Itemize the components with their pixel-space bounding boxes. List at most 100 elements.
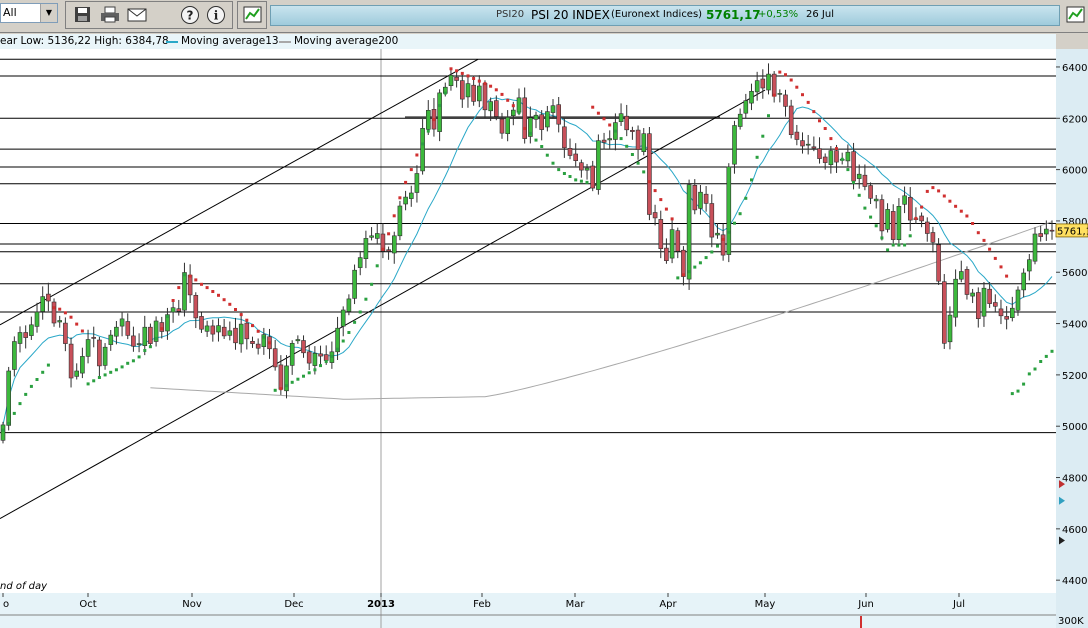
candle-body xyxy=(556,104,562,125)
sar-dot xyxy=(313,368,317,372)
candle-body xyxy=(68,343,74,379)
instrument-exchange: (Euronext Indices) xyxy=(611,9,703,20)
sar-dot xyxy=(710,250,714,254)
x-tick-label: Feb xyxy=(473,599,491,610)
last-price-label: 5761,17 xyxy=(1057,226,1088,237)
candle-body xyxy=(664,247,669,262)
candle-body xyxy=(306,351,312,364)
candle-body xyxy=(601,139,607,143)
candle-body xyxy=(482,83,488,111)
sar-dot xyxy=(109,370,113,374)
x-tick-label: May xyxy=(755,599,776,610)
sar-dot xyxy=(245,318,249,322)
candle-body xyxy=(204,325,210,332)
candle-body xyxy=(987,288,992,304)
candle-body xyxy=(182,272,187,311)
chart-toggle-button[interactable] xyxy=(1065,5,1087,25)
candle-body xyxy=(1038,233,1043,237)
sar-dot xyxy=(727,230,731,234)
sar-dot xyxy=(409,168,413,172)
save-button[interactable] xyxy=(72,5,94,25)
candle-body xyxy=(783,94,788,107)
candle-body xyxy=(63,322,68,344)
candle-body xyxy=(403,196,408,205)
sar-dot xyxy=(489,84,493,88)
sar-dot xyxy=(812,110,816,114)
candle-body xyxy=(57,320,63,323)
sar-dot xyxy=(268,341,271,345)
sar-dot xyxy=(585,180,589,184)
sar-dot xyxy=(778,70,782,74)
sar-dot xyxy=(891,243,895,247)
y-tick-label: 5000 xyxy=(1062,422,1087,433)
candle-body xyxy=(885,209,890,230)
chart-button[interactable] xyxy=(242,5,264,25)
sar-dot xyxy=(438,104,442,107)
sar-dot xyxy=(744,196,748,200)
candle-body xyxy=(437,92,442,132)
sar-dot xyxy=(143,349,147,352)
sar-dot xyxy=(506,98,510,102)
footer-label: nd of day xyxy=(0,581,48,592)
candle-body xyxy=(834,150,839,163)
candle-body xyxy=(255,343,261,349)
candle-body xyxy=(1049,229,1055,232)
help-button[interactable]: ? xyxy=(179,5,201,25)
sar-dot xyxy=(630,153,634,156)
print-button[interactable] xyxy=(99,5,121,25)
sar-dot xyxy=(619,137,623,141)
candle-body xyxy=(607,138,613,141)
candle-body xyxy=(91,337,96,339)
sar-dot xyxy=(903,243,907,247)
candle-body xyxy=(635,129,641,150)
candlestick-chart[interactable]: 6400620060005800560054005200500048004600… xyxy=(0,32,1088,628)
sar-dot xyxy=(874,224,878,228)
chart-legend: ear Low: 5136,22 High: 6384,78 Moving av… xyxy=(0,34,1056,49)
candle-body xyxy=(675,230,681,252)
sar-dot xyxy=(154,336,158,340)
price-chart-area: 6400 6200 6000 5800 5600 5400 5200 5000 4800 4600… xyxy=(0,32,1088,628)
sar-dot xyxy=(426,129,430,133)
candle-body xyxy=(272,348,278,368)
sar-dot xyxy=(29,384,33,388)
chevron-down-icon[interactable]: ▼ xyxy=(40,4,57,22)
sar-dot xyxy=(755,155,759,159)
sar-dot xyxy=(177,286,181,290)
sar-dot xyxy=(404,180,408,184)
candle-body xyxy=(703,193,709,204)
candle-body xyxy=(1015,289,1021,311)
sar-dot xyxy=(721,237,725,241)
sar-dot xyxy=(97,376,101,379)
sar-dot xyxy=(999,265,1003,269)
sar-dot xyxy=(767,114,770,118)
candle-body xyxy=(250,340,255,344)
sar-dot xyxy=(801,93,804,97)
sar-dot xyxy=(670,217,674,221)
period-select[interactable]: All ▼ xyxy=(0,3,58,23)
info-button[interactable]: i xyxy=(205,5,227,25)
candle-body xyxy=(522,97,528,139)
candle-body xyxy=(34,311,40,327)
sar-dot xyxy=(653,189,657,193)
sar-dot xyxy=(835,147,838,151)
sar-dot xyxy=(784,73,787,77)
email-button[interactable] xyxy=(126,5,148,25)
sar-dot xyxy=(273,388,277,392)
sar-dot xyxy=(165,314,169,318)
sar-dot xyxy=(285,384,288,388)
candle-body xyxy=(102,346,108,366)
sar-dot xyxy=(528,131,532,135)
candle-body xyxy=(890,211,896,240)
sar-dot xyxy=(18,402,22,406)
candle-body xyxy=(346,298,352,312)
candle-body xyxy=(459,80,465,100)
sar-dot xyxy=(455,69,459,73)
sar-dot xyxy=(540,145,544,148)
y-tick-label: 4400 xyxy=(1062,576,1087,587)
sar-dot xyxy=(852,180,855,184)
sar-dot xyxy=(897,243,901,247)
x-tick-label: Nov xyxy=(182,599,202,610)
candle-body xyxy=(136,343,142,345)
sar-dot xyxy=(46,363,50,367)
instrument-date: 26 Jul xyxy=(806,9,834,20)
